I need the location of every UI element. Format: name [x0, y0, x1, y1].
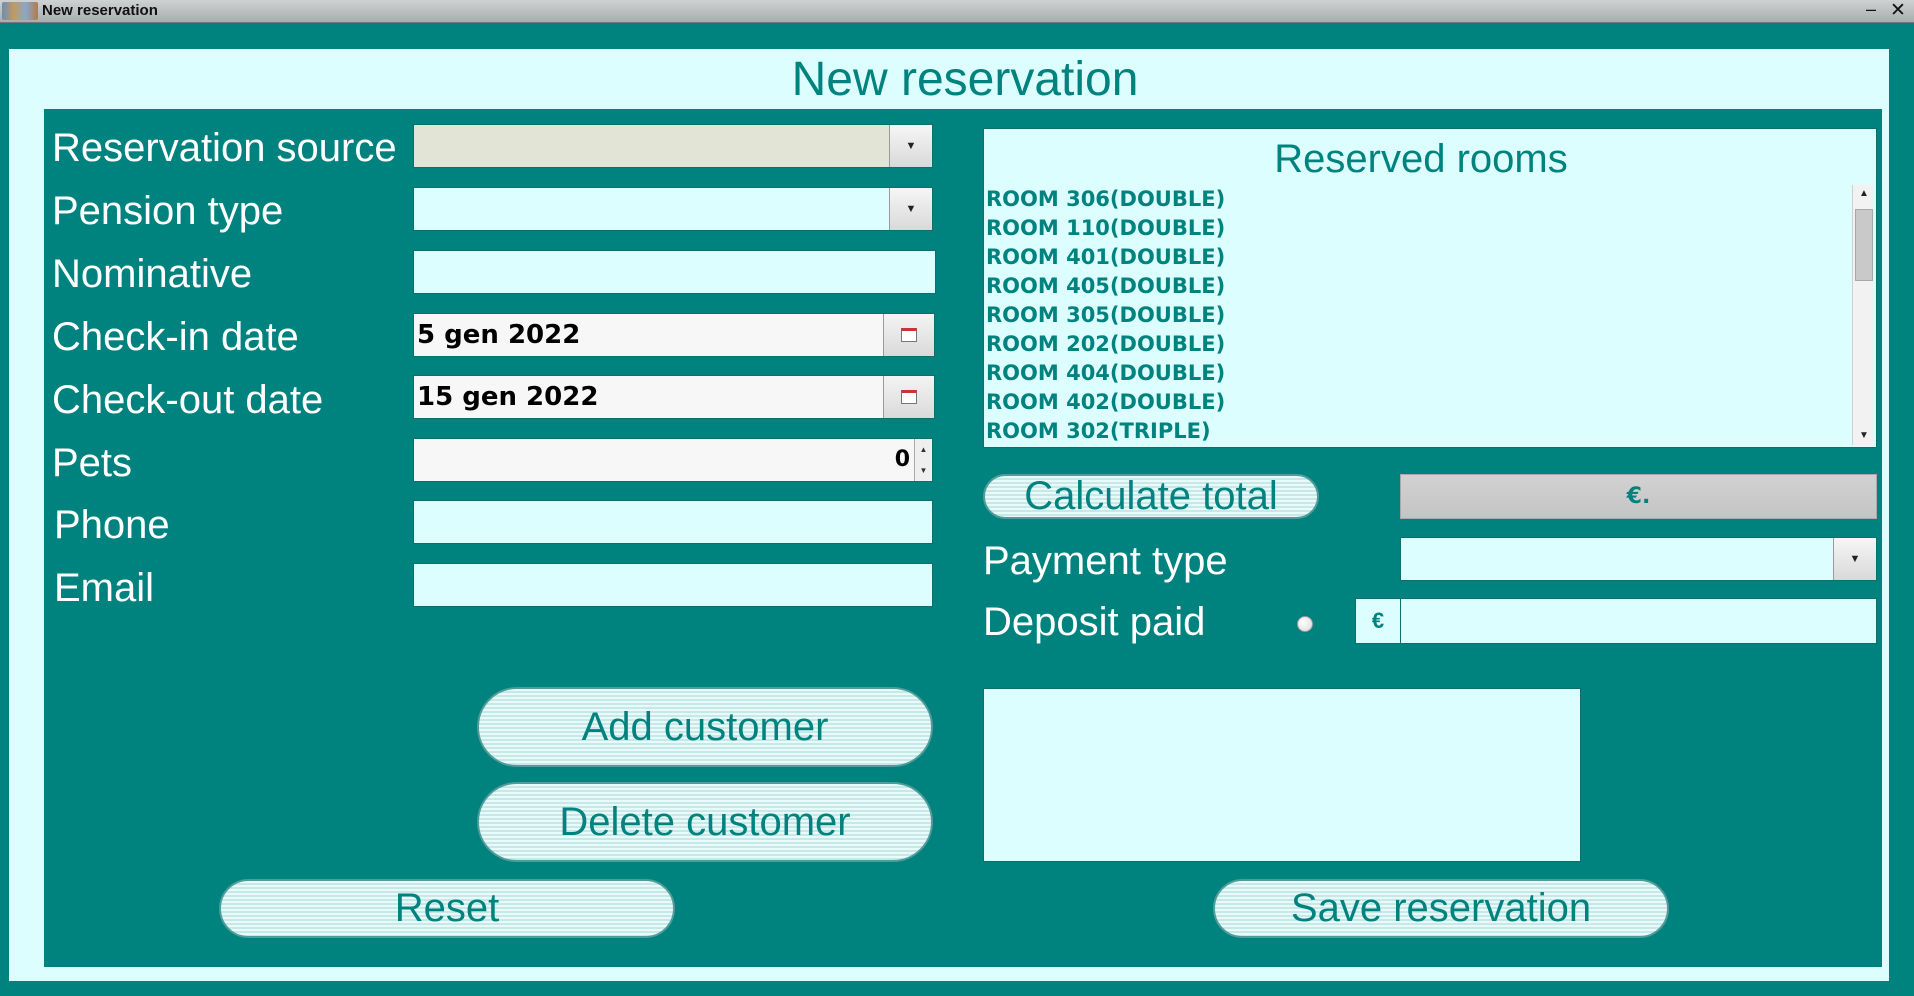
calendar-icon: [901, 328, 917, 342]
reserved-rooms-list[interactable]: ROOM 306(DOUBLE) ROOM 110(DOUBLE) ROOM 4…: [986, 185, 1836, 446]
chevron-down-icon[interactable]: ▼: [889, 125, 932, 167]
euro-icon: €: [1355, 598, 1401, 644]
pension-type-label: Pension type: [52, 189, 284, 233]
reset-button[interactable]: Reset: [219, 879, 675, 938]
list-item[interactable]: ROOM 306(DOUBLE): [986, 185, 1836, 214]
list-item[interactable]: ROOM 405(DOUBLE): [986, 272, 1836, 301]
calendar-button[interactable]: [883, 376, 934, 418]
list-item[interactable]: ROOM 402(DOUBLE): [986, 388, 1836, 417]
close-button[interactable]: ✕: [1890, 0, 1906, 22]
reservation-source-select[interactable]: ▼: [413, 124, 933, 168]
minimize-button[interactable]: –: [1866, 0, 1876, 20]
checkin-date-value: 5 gen 2022: [417, 320, 581, 350]
reserved-rooms-title: Reserved rooms: [1274, 137, 1568, 181]
scroll-thumb[interactable]: [1855, 209, 1873, 281]
payment-type-select[interactable]: ▼: [1400, 537, 1877, 581]
total-field: €.: [1400, 474, 1877, 519]
calculate-total-button[interactable]: Calculate total: [983, 474, 1319, 519]
checkin-date-picker[interactable]: 5 gen 2022: [413, 313, 935, 357]
window-title-bar[interactable]: New reservation – ✕: [0, 0, 1914, 23]
scroll-down-arrow[interactable]: ▼: [1853, 427, 1875, 445]
list-item[interactable]: ROOM 302(TRIPLE): [986, 417, 1836, 446]
save-reservation-button[interactable]: Save reservation: [1213, 879, 1669, 938]
deposit-amount-field[interactable]: [1400, 598, 1877, 644]
deposit-paid-label: Deposit paid: [983, 600, 1206, 644]
scroll-up-arrow[interactable]: ▲: [1853, 185, 1875, 203]
chevron-down-icon[interactable]: ▼: [1833, 538, 1876, 580]
calendar-button[interactable]: [883, 314, 934, 356]
list-item[interactable]: ROOM 305(DOUBLE): [986, 301, 1836, 330]
nominative-label: Nominative: [52, 252, 253, 296]
reservation-source-label: Reservation source: [52, 126, 397, 170]
pets-value: 0: [894, 447, 910, 472]
checkin-date-label: Check-in date: [52, 315, 299, 359]
pension-type-select[interactable]: ▼: [413, 187, 933, 231]
nominative-field[interactable]: [413, 250, 936, 294]
email-label: Email: [54, 566, 155, 610]
checkout-date-value: 15 gen 2022: [417, 382, 599, 412]
phone-field[interactable]: [413, 500, 933, 544]
phone-label: Phone: [54, 503, 170, 547]
email-field[interactable]: [413, 563, 933, 607]
checkout-date-label: Check-out date: [52, 378, 324, 422]
stepper-down-arrow[interactable]: ▼: [914, 460, 932, 481]
deposit-paid-radio[interactable]: [1297, 616, 1313, 632]
calendar-icon: [901, 390, 917, 404]
stepper-up-arrow[interactable]: ▲: [914, 439, 932, 460]
notes-textarea[interactable]: [983, 688, 1581, 862]
window-title: New reservation: [42, 2, 158, 19]
list-item[interactable]: ROOM 202(DOUBLE): [986, 330, 1836, 359]
list-item[interactable]: ROOM 110(DOUBLE): [986, 214, 1836, 243]
pets-label: Pets: [52, 441, 133, 485]
rooms-scrollbar[interactable]: ▲ ▼: [1852, 185, 1874, 445]
payment-type-label: Payment type: [983, 539, 1228, 583]
page-title: New reservation: [791, 53, 1139, 106]
app-icon: [2, 2, 38, 20]
checkout-date-picker[interactable]: 15 gen 2022: [413, 375, 935, 419]
list-item[interactable]: ROOM 404(DOUBLE): [986, 359, 1836, 388]
delete-customer-button[interactable]: Delete customer: [477, 782, 933, 862]
chevron-down-icon[interactable]: ▼: [889, 188, 932, 230]
add-customer-button[interactable]: Add customer: [477, 687, 933, 767]
reserved-rooms-panel: Reserved rooms ROOM 306(DOUBLE) ROOM 110…: [983, 128, 1877, 448]
list-item[interactable]: ROOM 401(DOUBLE): [986, 243, 1836, 272]
pets-stepper[interactable]: 0 ▲ ▼: [413, 438, 933, 482]
